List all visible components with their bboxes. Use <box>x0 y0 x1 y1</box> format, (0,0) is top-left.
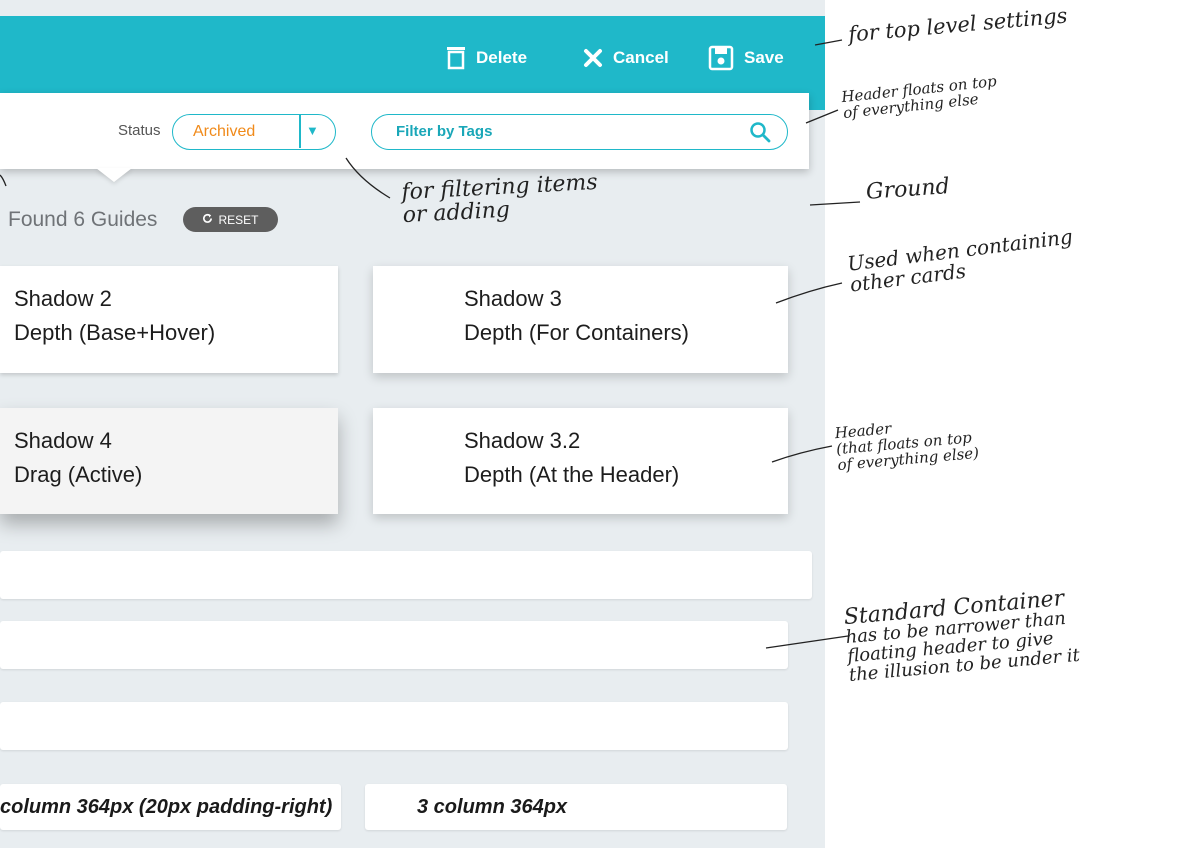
card-title: Shadow 3 <box>464 286 562 311</box>
note-containing: Used when containing other cards <box>846 224 1074 297</box>
reset-button[interactable]: RESET <box>183 207 278 232</box>
header-caret <box>96 168 132 182</box>
card-title: Shadow 4 <box>14 428 112 453</box>
status-divider <box>299 115 301 148</box>
status-value: Archived <box>193 123 256 140</box>
card-subtitle: Depth (Base+Hover) <box>14 320 216 345</box>
column-right: 3 column 364px <box>365 784 787 830</box>
card-shadow-3-2[interactable]: Shadow 3.2 Depth (At the Header) <box>373 408 788 514</box>
status-label: Status <box>118 122 161 139</box>
delete-label: Delete <box>476 48 528 67</box>
note-standard-container: Standard Container has to be narrower th… <box>842 585 1081 686</box>
trash-icon <box>446 46 466 70</box>
column-left: column 364px (20px padding-right) <box>0 784 341 830</box>
column-right-label: 3 column 364px <box>417 796 568 818</box>
card-shadow-4[interactable]: Shadow 4 Drag (Active) <box>0 408 338 514</box>
chevron-down-icon[interactable]: ▼ <box>306 123 319 138</box>
column-left-label: column 364px (20px padding-right) <box>0 796 333 818</box>
cancel-button[interactable]: Cancel <box>583 43 669 73</box>
container-bar <box>0 551 812 599</box>
save-label: Save <box>744 48 784 67</box>
container-bar <box>0 621 788 669</box>
note-header-2: Header (that floats on top of everything… <box>834 419 980 474</box>
filter-placeholder: Filter by Tags <box>396 123 493 140</box>
save-button[interactable]: Save <box>708 43 784 73</box>
cancel-label: Cancel <box>613 48 669 67</box>
container-bar <box>0 702 788 750</box>
search-icon[interactable] <box>749 121 771 148</box>
card-title: Shadow 3.2 <box>464 428 581 453</box>
card-subtitle: Drag (Active) <box>14 462 143 487</box>
card-subtitle: Depth (For Containers) <box>464 320 689 345</box>
card-title: Shadow 2 <box>14 286 112 311</box>
tag-filter-input[interactable]: Filter by Tags <box>371 114 788 150</box>
delete-button[interactable]: Delete <box>446 43 527 73</box>
close-icon <box>583 48 603 68</box>
results-count: Found 6 Guides <box>8 208 158 231</box>
card-shadow-3[interactable]: Shadow 3 Depth (For Containers) <box>373 266 788 373</box>
save-icon <box>708 45 734 71</box>
note-ground: Ground <box>865 174 951 205</box>
card-subtitle: Depth (At the Header) <box>464 462 680 487</box>
status-select[interactable]: Archived ▼ <box>172 114 336 150</box>
note-header-floats: Header floats on top of everything else <box>840 71 998 122</box>
note-top-level: for top level settings <box>847 3 1069 47</box>
refresh-icon <box>202 213 213 227</box>
reset-label: RESET <box>218 212 259 227</box>
card-shadow-2[interactable]: Shadow 2 Depth (Base+Hover) <box>0 266 338 373</box>
